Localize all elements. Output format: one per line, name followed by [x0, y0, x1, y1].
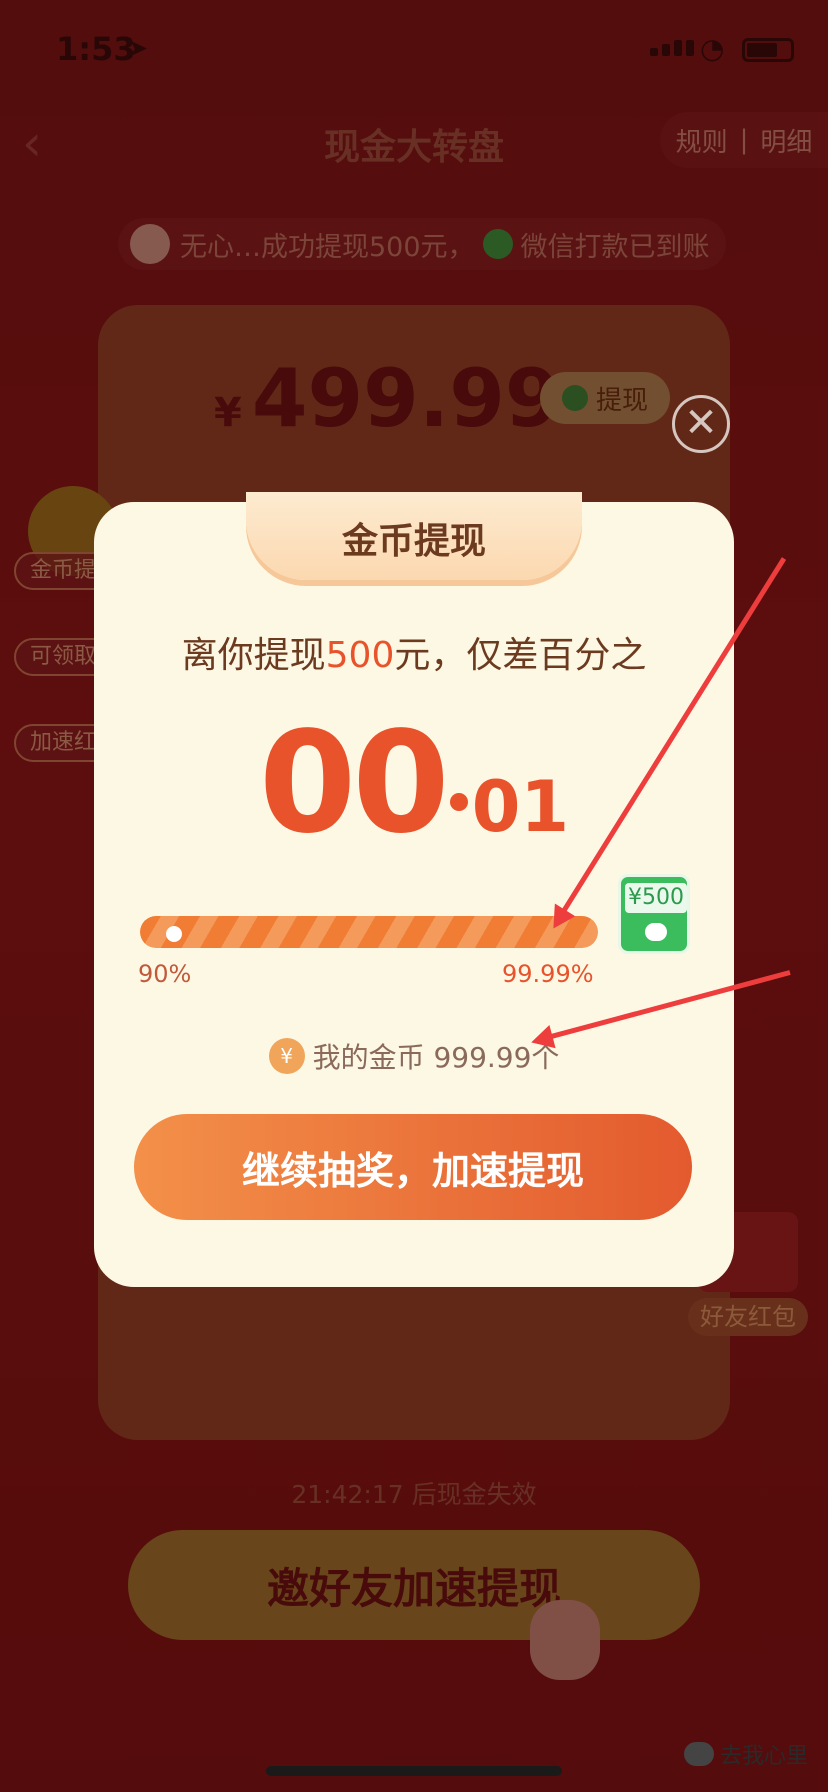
wechat-icon: [645, 923, 667, 941]
modal-subtitle: 离你提现500元，仅差百分之: [94, 626, 734, 678]
watermark: 去我心里: [684, 1738, 808, 1770]
reward-amount: ¥500: [625, 883, 687, 913]
progress-end-label: 99.99%: [502, 960, 594, 988]
remaining-int: 00: [258, 702, 450, 865]
wechat-icon: [684, 1742, 714, 1766]
progress-fill: [140, 916, 598, 948]
decimal-dot: [449, 793, 468, 811]
subtitle-amount: 500: [325, 635, 395, 676]
my-coins: ¥ 我的金币 999.99个: [94, 1036, 734, 1076]
my-coins-text: 我的金币 999.99个: [312, 1041, 560, 1074]
remaining-percent: 00 01: [94, 702, 734, 865]
continue-lottery-button[interactable]: 继续抽奖，加速提现: [134, 1114, 692, 1220]
watermark-text: 去我心里: [720, 1744, 809, 1769]
home-indicator[interactable]: [266, 1766, 562, 1776]
progress-start-knob: [166, 926, 182, 942]
close-button[interactable]: ✕: [672, 395, 730, 453]
coin-icon: ¥: [268, 1038, 305, 1074]
reward-badge: ¥500: [618, 874, 690, 954]
progress-bar: [140, 916, 598, 948]
subtitle-prefix: 离你提现: [181, 635, 326, 676]
withdraw-modal: 金币提现 离你提现500元，仅差百分之 00 01 ¥500 90% 99.99%…: [94, 492, 734, 1287]
remaining-decimal: 01: [471, 766, 570, 848]
subtitle-suffix: 元，仅差百分之: [394, 635, 647, 676]
modal-title: 金币提现: [341, 521, 486, 562]
progress-start-label: 90%: [138, 960, 192, 988]
